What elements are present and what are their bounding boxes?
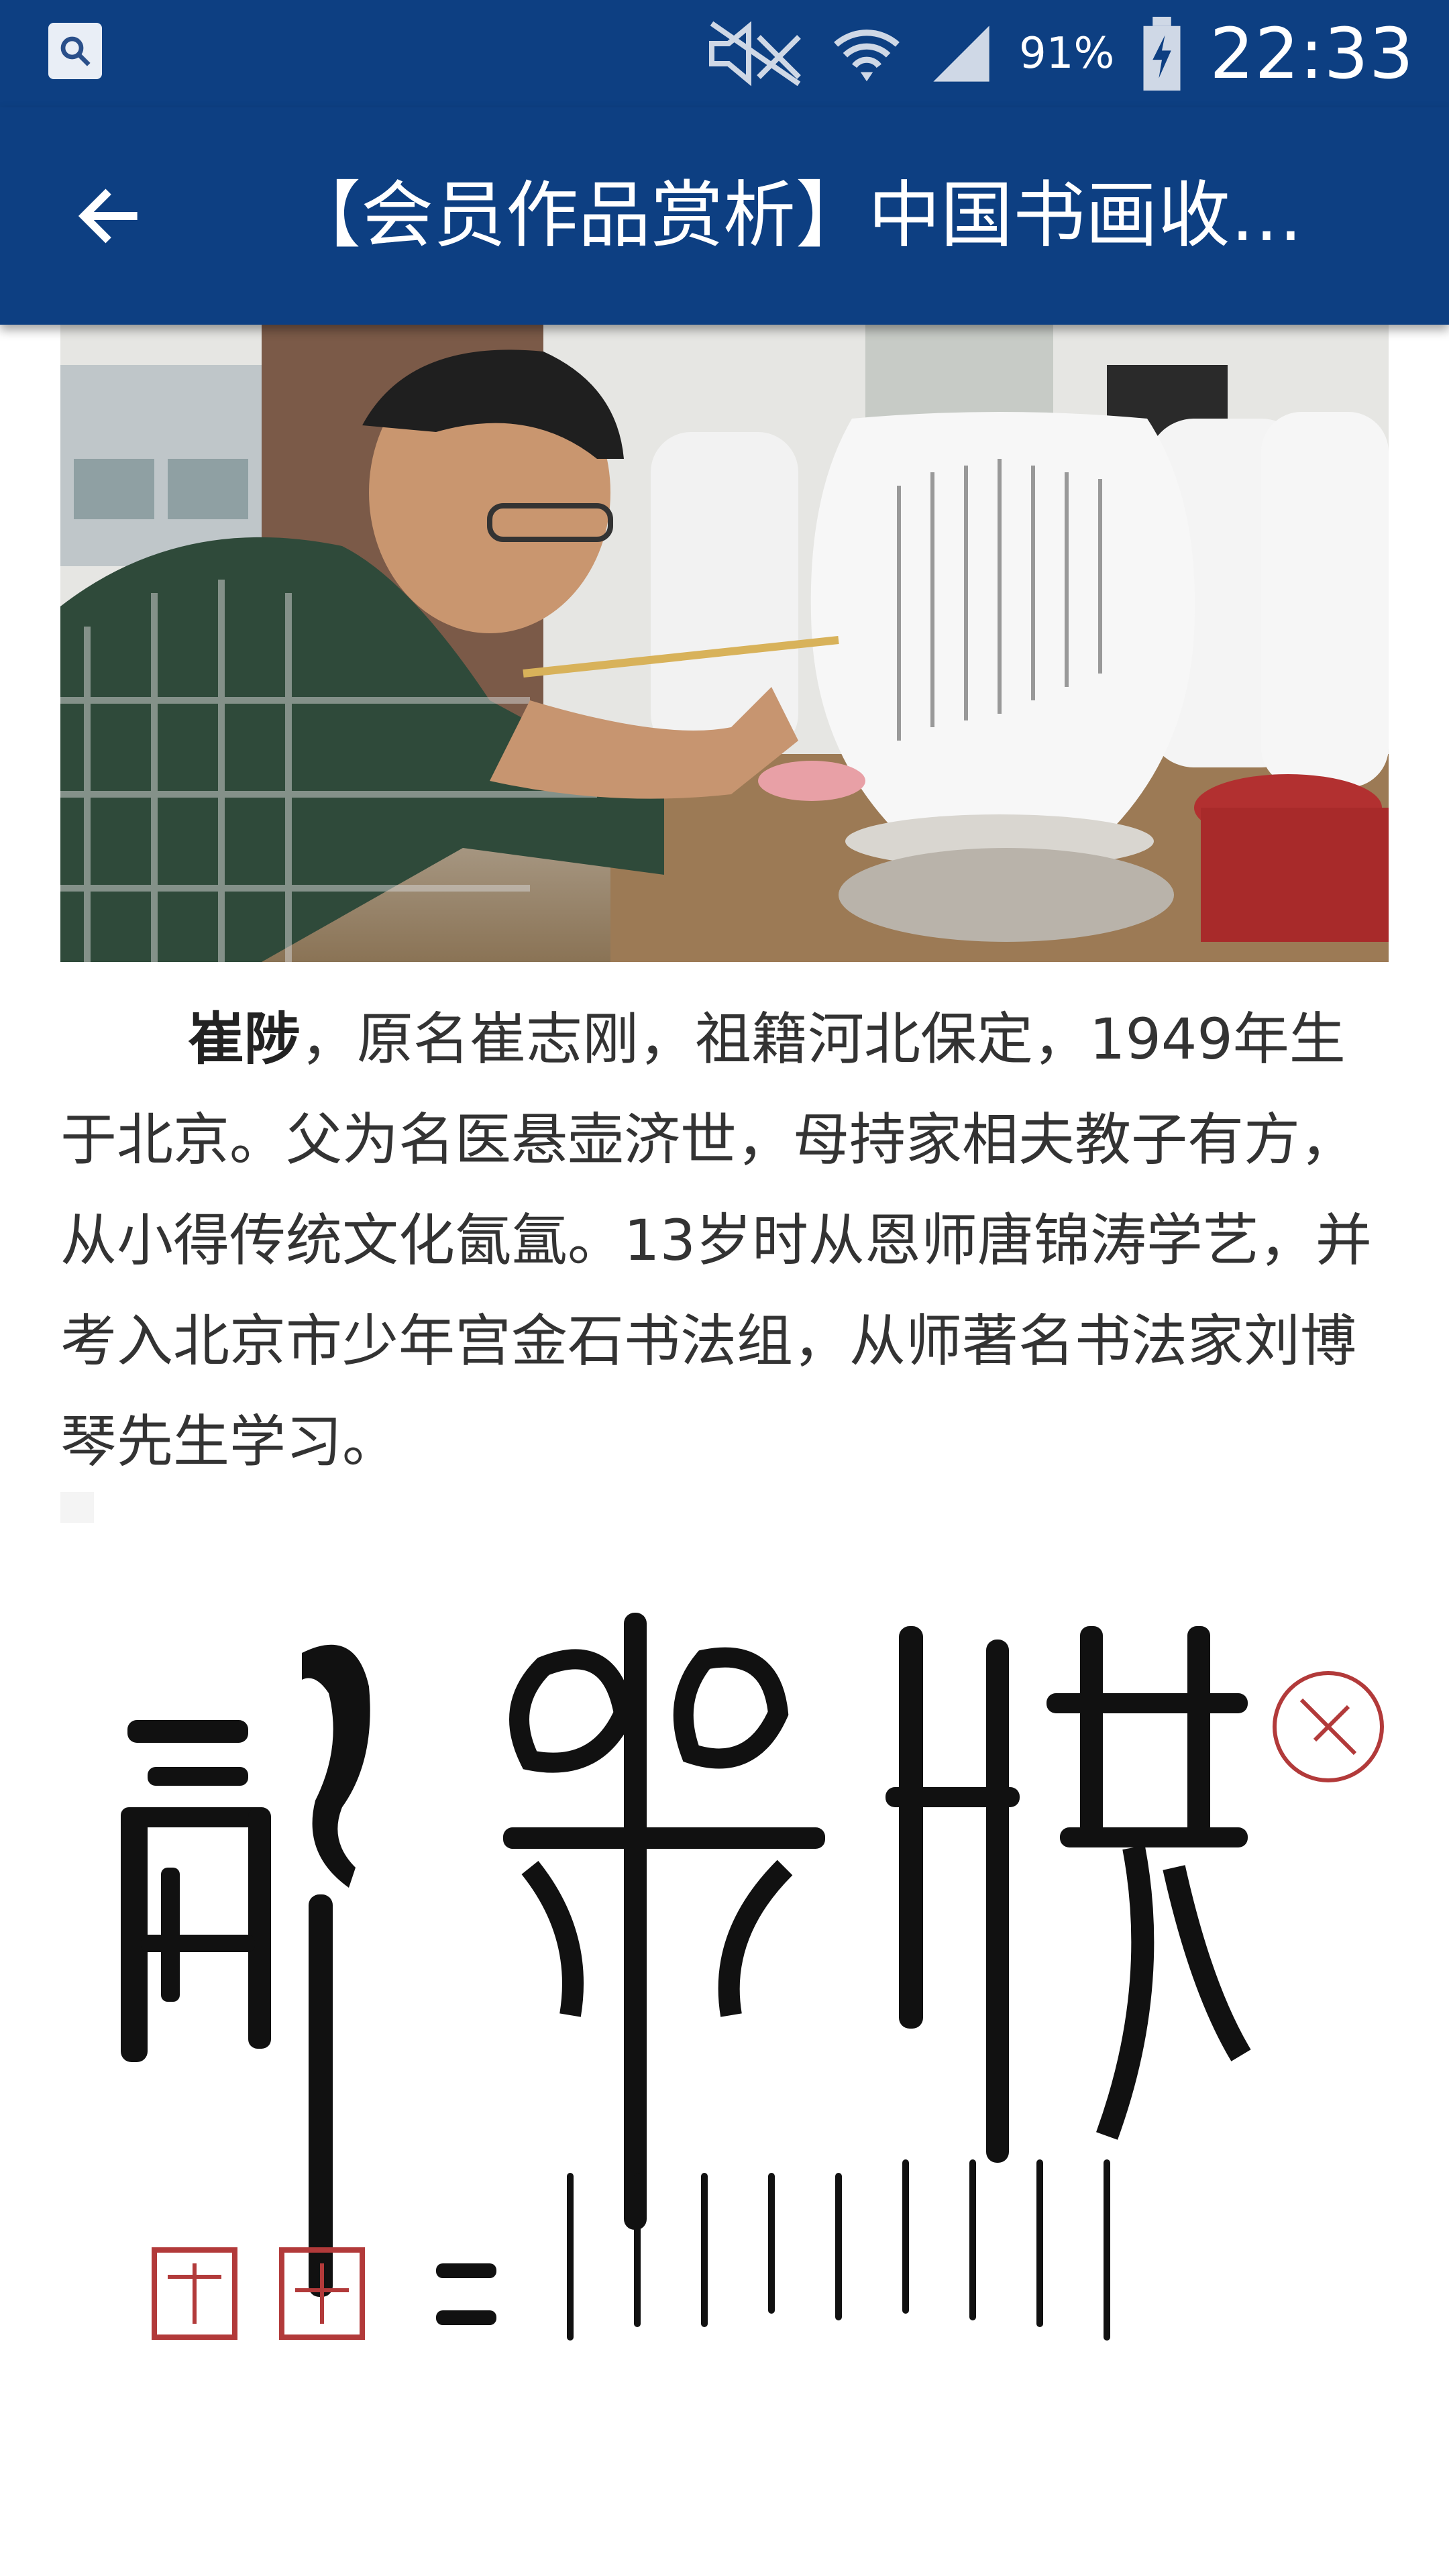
- bio-text: ，原名崔志刚，祖籍河北保定，1949年生于北京。父为名医悬壶济世，母持家相夫教子…: [60, 1006, 1372, 1474]
- artist-photo: [60, 325, 1389, 962]
- mute-icon: [709, 21, 801, 87]
- notification-area: [48, 23, 102, 79]
- search-notification-icon: [48, 23, 102, 79]
- article-content[interactable]: 崔陟，原名崔志刚，祖籍河北保定，1949年生于北京。父为名医悬壶济世，母持家相夫…: [0, 325, 1449, 2576]
- bio-paragraph: 崔陟，原名崔志刚，祖籍河北保定，1949年生于北京。父为名医悬壶济世，母持家相夫…: [60, 989, 1389, 1492]
- clock: 22:33: [1210, 13, 1414, 95]
- calligraphy-artwork: [60, 1586, 1389, 2576]
- back-button[interactable]: [62, 169, 156, 263]
- battery-percentage: 91%: [1019, 29, 1115, 78]
- battery-charging-icon: [1143, 17, 1181, 91]
- page-title: 【会员作品赏析】中国书画收…: [288, 174, 1303, 258]
- artist-name: 崔陟: [188, 1006, 301, 1072]
- arrow-left-icon: [78, 189, 138, 244]
- wifi-icon: [834, 30, 900, 82]
- app-bar: 【会员作品赏析】中国书画收…: [0, 107, 1449, 325]
- image-placeholder: [60, 1492, 94, 1523]
- signal-icon: [933, 25, 989, 82]
- status-indicators: 91% 22:33: [705, 0, 1414, 107]
- status-bar: 91% 22:33: [0, 0, 1449, 107]
